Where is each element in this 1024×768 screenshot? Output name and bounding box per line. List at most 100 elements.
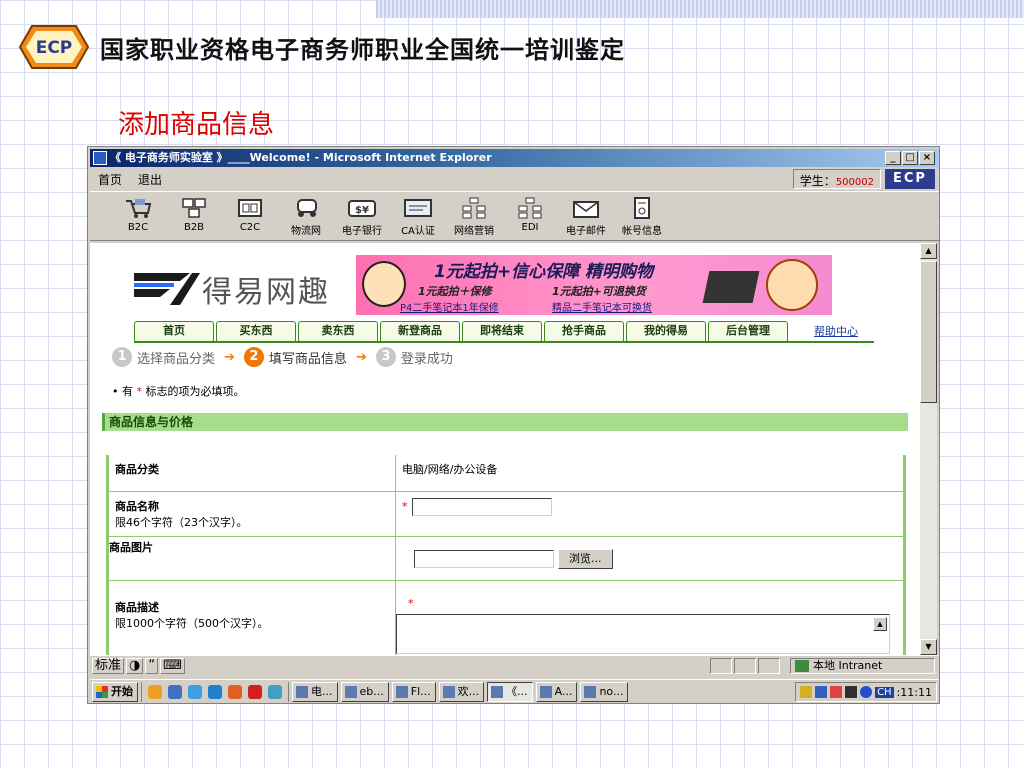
help-icon — [627, 196, 657, 220]
tool-ca[interactable]: CA认证 — [390, 192, 446, 240]
task-button[interactable]: A... — [535, 681, 578, 702]
tool-account[interactable]: 帐号信息 — [614, 192, 670, 240]
status-zones — [710, 658, 780, 674]
network-icon — [459, 196, 489, 220]
minimize-button[interactable]: _ — [885, 151, 901, 165]
scroll-up-icon[interactable]: ▲ — [873, 616, 887, 631]
b2b-icon — [179, 196, 209, 220]
product-form: 商品分类 电脑/网络/办公设备 商品名称 限46个字符（23个汉字）。 * 商品图… — [106, 455, 906, 655]
desc-label-cell: 商品描述限1000个字符（500个汉字）。 — [107, 580, 396, 655]
category-value-cell: 电脑/网络/办公设备 — [395, 455, 905, 492]
tool-label: EDI — [521, 222, 539, 233]
scroll-down-button[interactable]: ▼ — [920, 639, 937, 655]
form-row-image: 商品图片 浏览... — [107, 536, 905, 581]
menu-home[interactable]: 首页 — [98, 171, 122, 188]
desktop-icon[interactable] — [168, 684, 182, 699]
nav-admin[interactable]: 后台管理 — [708, 321, 788, 341]
site-logo-mark — [134, 273, 200, 305]
site-logo[interactable]: 得易网趣 — [130, 261, 330, 311]
student-id: 500002 — [835, 177, 874, 188]
banner-line-1: 1元起拍＋保修 — [418, 285, 492, 298]
keyboard-icon[interactable]: ⌨ — [160, 658, 185, 674]
window-titlebar[interactable]: 《 电子商务师实验室 》____Welcome! - Microsoft Int… — [90, 149, 939, 167]
banner-link-1[interactable]: P4二手笔记本1年保修 — [400, 299, 499, 314]
note-suffix: 标志的项为必填项。 — [145, 385, 245, 398]
nav-new-items[interactable]: 新登商品 — [380, 321, 460, 341]
vertical-scrollbar[interactable]: ▲ ▼ — [920, 243, 937, 655]
step-2-number: 2 — [243, 347, 264, 367]
task-button[interactable]: 欢... — [438, 681, 485, 702]
task-button-active[interactable]: 《... — [487, 681, 533, 702]
tool-label: 物流网 — [291, 226, 321, 237]
cartoon-girl-icon — [766, 259, 818, 311]
desc-label: 商品描述 — [115, 600, 159, 614]
promo-banner[interactable]: 1元起拍+信心保障 精明购物 1元起拍＋保修 1元起拍+可退换货 P4二手笔记本… — [356, 255, 832, 315]
section-header: 商品信息与价格 — [102, 413, 908, 431]
tool-ebank[interactable]: $¥ 电子银行 — [334, 192, 390, 240]
media-icon[interactable] — [248, 684, 262, 699]
power-icon[interactable] — [860, 686, 873, 698]
punctuation-icon[interactable]: “ — [145, 658, 159, 674]
ime-label[interactable]: 标准 — [92, 658, 125, 674]
globe-icon[interactable] — [268, 684, 282, 699]
firefox-icon[interactable] — [148, 684, 162, 699]
nav-ending-soon[interactable]: 即将结束 — [462, 321, 542, 341]
banner-link-2[interactable]: 精品二手笔记本可换货 — [552, 299, 652, 314]
tool-label: 网络营销 — [454, 226, 494, 237]
help-center-link[interactable]: 帮助中心 — [814, 323, 858, 339]
tool-b2b[interactable]: B2B — [166, 192, 222, 240]
network-tray-icon[interactable] — [815, 686, 828, 698]
step-3-label: 登录成功 — [400, 351, 453, 367]
task-button[interactable]: 电... — [292, 681, 338, 702]
system-tray: CH :11:11 — [795, 682, 937, 702]
window-title: 《 电子商务师实验室 》____Welcome! - Microsoft Int… — [110, 151, 492, 164]
ie-icon[interactable] — [188, 684, 202, 699]
tool-edi[interactable]: EDI — [502, 192, 558, 240]
task-button[interactable]: eb... — [340, 681, 389, 702]
tool-b2c[interactable]: B2C — [110, 192, 166, 240]
printer-icon[interactable] — [845, 686, 858, 698]
browse-button[interactable]: 浏览... — [558, 548, 613, 569]
ecp-logo: ECP — [18, 25, 90, 69]
browser-icon[interactable] — [208, 684, 222, 699]
speaker-icon[interactable] — [800, 686, 813, 698]
product-name-input[interactable] — [411, 497, 552, 516]
tool-marketing[interactable]: 网络营销 — [446, 192, 502, 240]
scroll-thumb[interactable] — [920, 261, 937, 403]
start-button[interactable]: 开始 — [92, 681, 138, 702]
required-star: * — [408, 596, 414, 610]
app-icon[interactable] — [228, 684, 242, 699]
ime-indicator[interactable]: CH — [875, 686, 894, 698]
nav-sell[interactable]: 卖东西 — [298, 321, 378, 341]
task-button[interactable]: Fl... — [391, 681, 436, 702]
top-decor-band — [376, 0, 1024, 18]
laptop-icon — [702, 271, 760, 303]
nav-hot-items[interactable]: 抢手商品 — [544, 321, 624, 341]
clock: :11:11 — [896, 685, 932, 699]
name-hint: 限46个字符（23个汉字）。 — [115, 515, 248, 529]
tool-c2c[interactable]: C2C — [222, 192, 278, 240]
ie-app-icon — [93, 151, 107, 165]
menu-logout[interactable]: 退出 — [138, 171, 162, 188]
tool-label: CA认证 — [401, 226, 435, 237]
desc-hint: 限1000个字符（500个汉字）。 — [115, 616, 269, 630]
description-textarea[interactable]: ▲ — [396, 613, 890, 654]
ime-toolbar: 标准 ◑ “ ⌨ — [92, 658, 185, 674]
close-button[interactable]: × — [919, 151, 935, 165]
category-value: 电脑/网络/办公设备 — [402, 463, 498, 476]
antivirus-icon[interactable] — [830, 686, 843, 698]
moon-icon[interactable]: ◑ — [126, 658, 144, 674]
nav-buy[interactable]: 买东西 — [216, 321, 296, 341]
image-path-input[interactable] — [414, 549, 554, 568]
maximize-button[interactable]: □ — [902, 151, 918, 165]
tool-logistics[interactable]: 物流网 — [278, 192, 334, 240]
task-button[interactable]: no... — [580, 681, 629, 702]
nav-home[interactable]: 首页 — [134, 321, 214, 341]
step-1-label: 选择商品分类 — [137, 351, 216, 367]
tool-email[interactable]: 电子邮件 — [558, 192, 614, 240]
quick-launch — [141, 681, 289, 702]
scroll-up-button[interactable]: ▲ — [920, 243, 937, 259]
toolbar: B2C B2B C2C 物流网 $¥ 电子银行 CA认证 网络营销 EDI 电子… — [90, 191, 939, 241]
ecp-brand-tag: ECP — [885, 169, 935, 189]
nav-my-account[interactable]: 我的得易 — [626, 321, 706, 341]
